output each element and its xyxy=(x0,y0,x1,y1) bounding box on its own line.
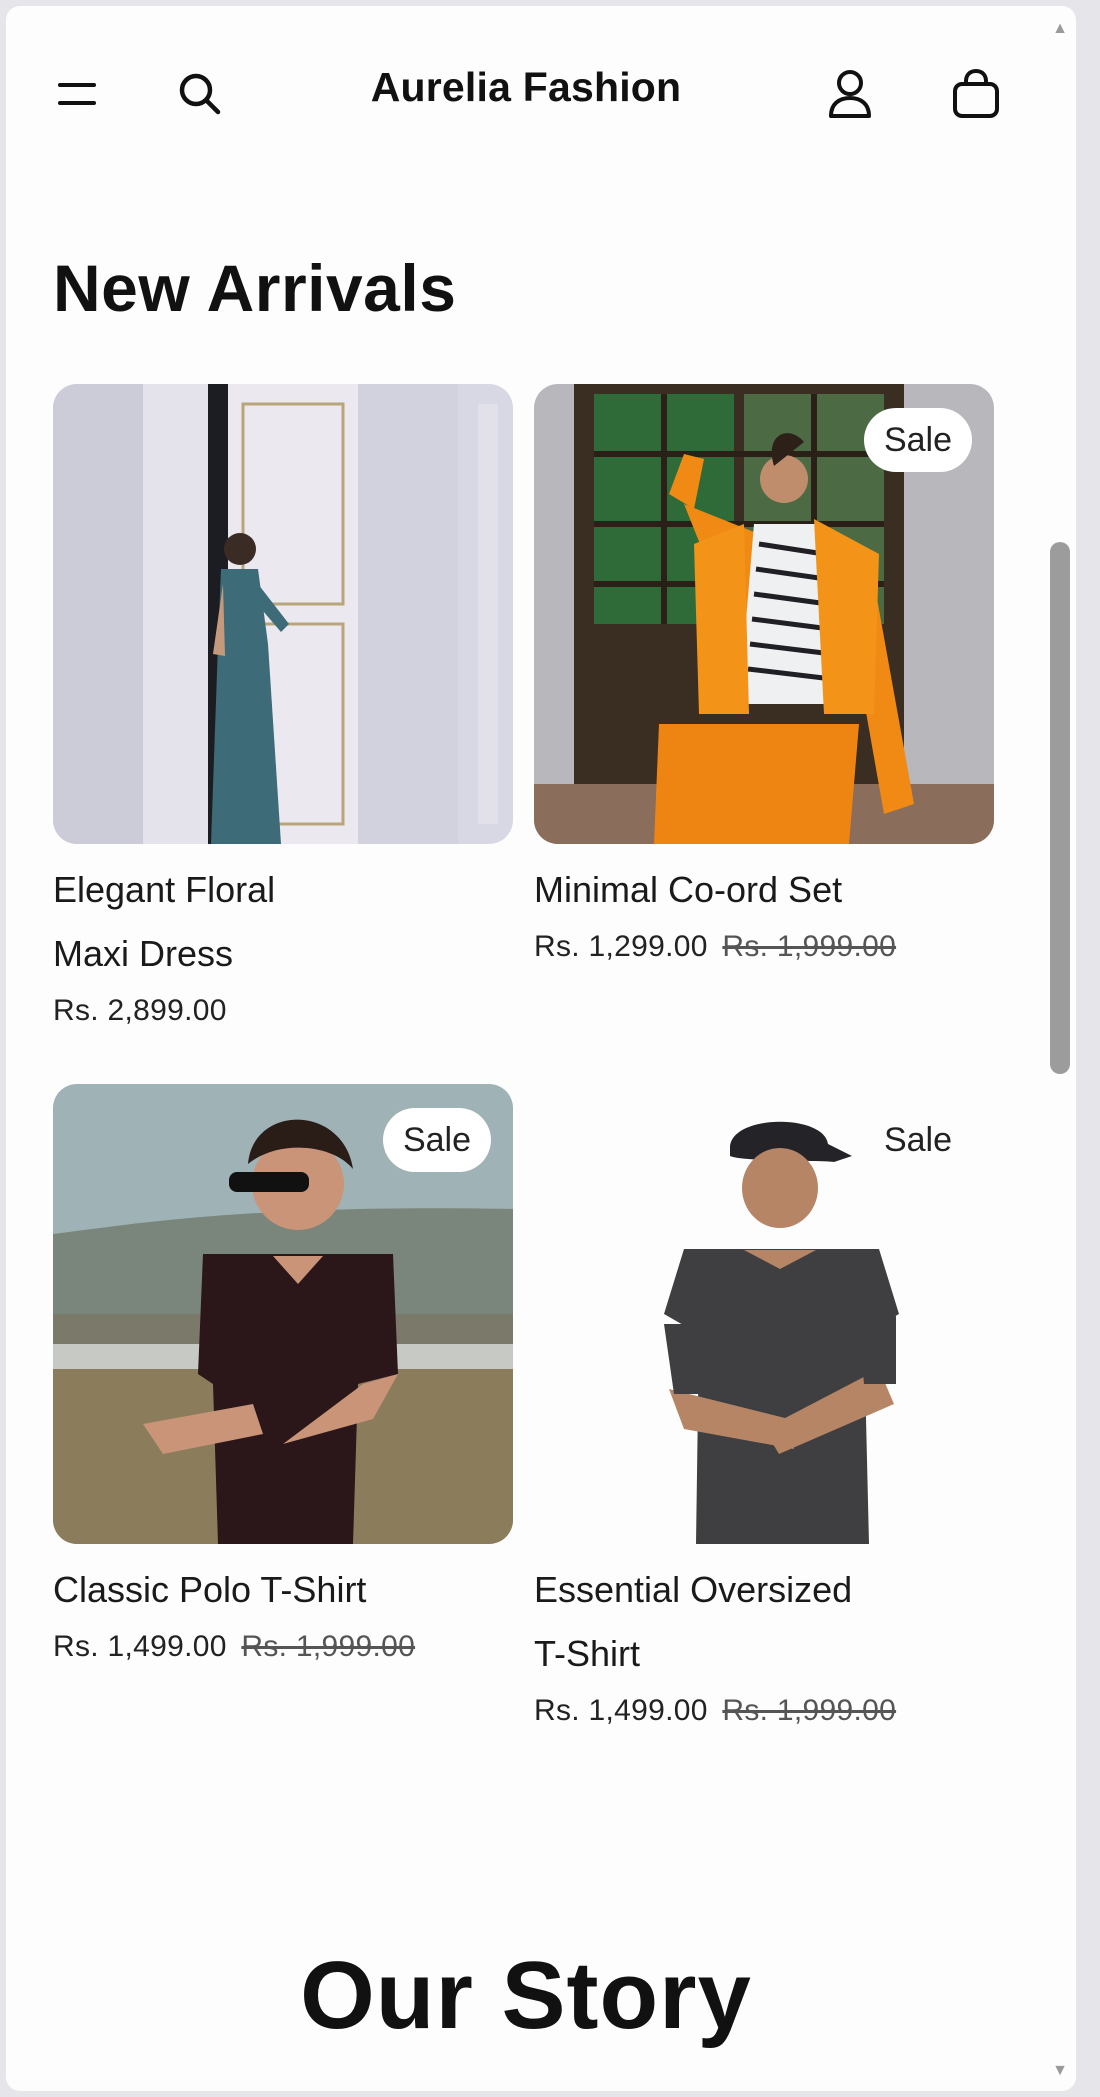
product-name-line[interactable]: Essential Oversized xyxy=(534,1558,994,1622)
product-price: Rs. 2,899.00 xyxy=(53,994,513,1028)
cart-icon[interactable] xyxy=(944,62,1008,126)
product-card[interactable]: Sale Essential Oversized T-Shirt Rs. 1,4… xyxy=(534,1084,994,1728)
product-image[interactable]: Sale xyxy=(534,1084,994,1544)
product-name[interactable]: Essential Oversized T-Shirt xyxy=(534,1558,994,1686)
product-image[interactable]: Sale xyxy=(534,384,994,844)
sale-badge: Sale xyxy=(382,1108,491,1172)
product-name-line[interactable]: Classic Polo T-Shirt xyxy=(53,1558,513,1622)
product-price: Rs. 1,499.00 Rs. 1,999.00 xyxy=(53,1630,513,1664)
current-price: Rs. 2,899.00 xyxy=(53,994,227,1027)
menu-icon[interactable] xyxy=(46,62,110,126)
product-name-line[interactable]: Minimal Co-ord Set xyxy=(534,858,994,922)
original-price: Rs. 1,999.00 xyxy=(241,1630,416,1663)
original-price: Rs. 1,999.00 xyxy=(722,1694,897,1727)
product-name[interactable]: Classic Polo T-Shirt xyxy=(53,1558,513,1622)
site-header: Aurelia Fashion xyxy=(6,6,1076,176)
sale-badge: Sale xyxy=(883,1120,952,1159)
current-price: Rs. 1,499.00 xyxy=(53,1630,227,1663)
product-image[interactable] xyxy=(53,384,513,844)
original-price: Rs. 1,999.00 xyxy=(722,930,897,963)
section-title-our-story: Our Story xyxy=(300,1942,752,2049)
search-icon[interactable] xyxy=(168,62,232,126)
product-name[interactable]: Elegant Floral Maxi Dress xyxy=(53,858,513,986)
current-price: Rs. 1,299.00 xyxy=(534,930,708,963)
sale-badge: Sale xyxy=(863,408,972,472)
product-card[interactable]: Elegant Floral Maxi Dress Rs. 2,899.00 xyxy=(53,384,513,1028)
app-frame: Aurelia Fashion New Arrivals Elegant Flo… xyxy=(6,6,1076,2091)
scrollbar-thumb[interactable] xyxy=(1050,542,1070,1074)
product-name-line[interactable]: Maxi Dress xyxy=(53,922,513,986)
scroll-down-arrow-icon[interactable]: ▼ xyxy=(1050,2062,1070,2082)
product-price: Rs. 1,299.00 Rs. 1,999.00 xyxy=(534,930,994,964)
product-price: Rs. 1,499.00 Rs. 1,999.00 xyxy=(534,1694,994,1728)
product-image[interactable]: Sale xyxy=(53,1084,513,1544)
account-icon[interactable] xyxy=(818,62,882,126)
current-price: Rs. 1,499.00 xyxy=(534,1694,708,1727)
product-name-line[interactable]: T-Shirt xyxy=(534,1622,994,1686)
product-name-line[interactable]: Elegant Floral xyxy=(53,858,513,922)
section-title-new-arrivals: New Arrivals xyxy=(53,251,457,325)
product-card[interactable]: Sale Classic Polo T-Shirt Rs. 1,499.00 R… xyxy=(53,1084,513,1664)
brand-title[interactable]: Aurelia Fashion xyxy=(306,64,746,111)
product-name[interactable]: Minimal Co-ord Set xyxy=(534,858,994,922)
product-card[interactable]: Sale Minimal Co-ord Set Rs. 1,299.00 Rs.… xyxy=(534,384,994,964)
scroll-up-arrow-icon[interactable]: ▲ xyxy=(1050,20,1070,40)
